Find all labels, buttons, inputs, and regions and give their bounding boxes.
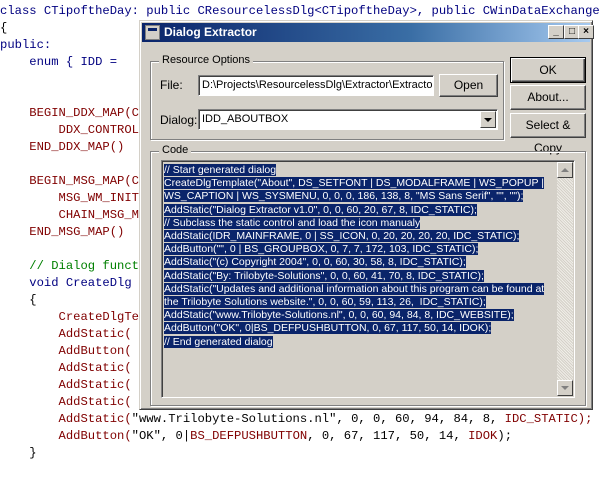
editor-line: enum { IDD = xyxy=(0,54,124,70)
editor-line: AddStatic( xyxy=(0,326,132,342)
editor-line: AddStatic( xyxy=(0,394,132,410)
editor-line: { xyxy=(0,292,37,308)
code-line: // Subclass the static control and load … xyxy=(164,216,557,230)
title-bar[interactable]: Dialog Extractor _ □ × xyxy=(142,23,594,42)
editor-line: AddStatic( xyxy=(0,360,132,376)
code-line-text: AddButton("OK", 0|BS_DEFPUSHBUTTON, 0, 6… xyxy=(164,322,492,335)
code-line: AddStatic("By: Trilobyte-Solutions", 0, … xyxy=(164,269,557,283)
generated-code-textarea[interactable]: // Start generated dialog CreateDlgTempla… xyxy=(161,160,575,398)
code-line: AddStatic("www.Trilobyte-Solutions.nl", … xyxy=(164,309,557,322)
editor-line: DDX_CONTROL( xyxy=(0,122,147,138)
editor-token: enum { IDD = xyxy=(0,55,125,69)
editor-token: { xyxy=(0,293,37,307)
code-line: the Trilobyte Solutions website.", 0, 0,… xyxy=(164,296,557,309)
editor-line: AddStatic("www.Trilobyte-Solutions.nl", … xyxy=(0,411,593,427)
code-line: // Start generated dialog xyxy=(164,164,557,177)
code-line-text: AddStatic("Updates and additional inform… xyxy=(164,282,545,295)
code-line: CreateDlgTemplate("About", DS_SETFONT | … xyxy=(164,177,557,190)
vertical-scrollbar[interactable] xyxy=(557,162,573,396)
editor-line: AddStatic( xyxy=(0,377,132,393)
chevron-down-icon[interactable] xyxy=(480,111,496,128)
editor-token: class CTipoftheDay: public CResourceless… xyxy=(0,4,600,18)
editor-token: void CreateDlg xyxy=(0,276,132,290)
editor-token: END_DDX_MAP() xyxy=(0,140,125,154)
code-line: AddStatic(IDR_MAINFRAME, 0 | SS_ICON, 0,… xyxy=(164,230,557,243)
about-button[interactable]: About... xyxy=(510,85,586,110)
editor-token: AddStatic( xyxy=(0,361,132,375)
generated-code-text[interactable]: // Start generated dialog CreateDlgTempla… xyxy=(164,164,557,349)
editor-token: AddStatic( xyxy=(0,327,132,341)
minimize-button[interactable]: _ xyxy=(548,25,564,39)
code-line: AddButton("", 0 | BS_GROUPBOX, 0, 7, 7, … xyxy=(164,243,557,256)
code-line-text: the Trilobyte Solutions website.", 0, 0,… xyxy=(164,296,486,309)
code-line-text: WS_CAPTION | WS_SYSMENU, 0, 0, 0, 186, 1… xyxy=(164,190,524,203)
code-legend: Code xyxy=(159,144,192,156)
editor-token: "www.Trilobyte-Solutions.nl", 0, 0, 60, … xyxy=(131,412,505,426)
editor-line: END_DDX_MAP() xyxy=(0,139,124,155)
editor-line: class CTipoftheDay: public CResourceless… xyxy=(0,3,600,19)
scroll-down-arrow-icon[interactable] xyxy=(557,380,573,396)
editor-token: "OK", 0| xyxy=(131,429,191,443)
editor-token: { xyxy=(0,21,8,35)
code-line-text: // Subclass the static control and load … xyxy=(164,216,421,229)
editor-line: AddButton( xyxy=(0,343,132,359)
code-line: AddStatic("Updates and additional inform… xyxy=(164,282,557,296)
editor-token: DDX_CONTROL( xyxy=(0,123,147,137)
scroll-up-arrow-icon[interactable] xyxy=(557,162,573,178)
editor-line: void CreateDlg xyxy=(0,275,132,291)
dialog-select[interactable]: IDD_ABOUTBOX xyxy=(198,109,498,130)
editor-line: AddButton("OK", 0|BS_DEFPUSHBUTTON, 0, 6… xyxy=(0,428,513,444)
editor-line: { xyxy=(0,20,7,36)
code-line: AddStatic("(c) Copyright 2004", 0, 0, 60… xyxy=(164,256,557,269)
file-label: File: xyxy=(160,78,183,92)
editor-token: } xyxy=(0,446,37,460)
editor-token: AddButton( xyxy=(0,344,132,358)
code-line-text: // Start generated dialog xyxy=(164,164,277,176)
open-button[interactable]: Open xyxy=(439,74,498,97)
code-line-text: // End generated dialog xyxy=(164,335,273,348)
editor-token: AddButton( xyxy=(0,429,132,443)
code-line-text: AddStatic("Dialog Extractor v1.0", 0, 0,… xyxy=(164,203,477,216)
code-line: // End generated dialog xyxy=(164,335,557,349)
code-line-text: AddStatic("(c) Copyright 2004", 0, 0, 60… xyxy=(164,256,466,269)
app-window-icon xyxy=(145,25,160,40)
resource-options-legend: Resource Options xyxy=(159,54,254,66)
code-line: AddButton("OK", 0|BS_DEFPUSHBUTTON, 0, 6… xyxy=(164,322,557,335)
dialog-select-value: IDD_ABOUTBOX xyxy=(202,113,289,125)
code-line-text: CreateDlgTemplate("About", DS_SETFONT | … xyxy=(164,177,544,190)
editor-token: AddStatic( xyxy=(0,412,132,426)
dialog-label: Dialog: xyxy=(160,113,198,127)
editor-line: CHAIN_MSG_MAP( xyxy=(0,207,161,223)
code-line: WS_CAPTION | WS_SYSMENU, 0, 0, 0, 186, 1… xyxy=(164,190,557,203)
code-line: AddStatic("Dialog Extractor v1.0", 0, 0,… xyxy=(164,203,557,217)
editor-token: public: xyxy=(0,38,52,52)
editor-token: BS_DEFPUSHBUTTON xyxy=(190,429,308,443)
editor-line: } xyxy=(0,445,37,461)
code-line-text: AddButton("", 0 | BS_GROUPBOX, 0, 7, 7, … xyxy=(164,243,479,256)
editor-token: AddStatic( xyxy=(0,378,132,392)
select-copy-button[interactable]: Select & Copy xyxy=(510,113,586,155)
editor-token: CHAIN_MSG_MAP( xyxy=(0,208,161,222)
window-title: Dialog Extractor xyxy=(164,25,257,39)
code-line-text: AddStatic(IDR_MAINFRAME, 0 | SS_ICON, 0,… xyxy=(164,230,520,243)
code-line-text: AddStatic("By: Trilobyte-Solutions", 0, … xyxy=(164,269,484,282)
code-line-text: AddStatic("www.Trilobyte-Solutions.nl", … xyxy=(164,309,514,322)
close-button[interactable]: × xyxy=(578,25,594,39)
editor-token: END_MSG_MAP() xyxy=(0,225,125,239)
editor-token: , 0, 67, 117, 50, 14, xyxy=(307,429,469,443)
editor-line: public: xyxy=(0,37,51,53)
ok-button[interactable]: OK xyxy=(510,57,586,83)
editor-line: END_MSG_MAP() xyxy=(0,224,124,240)
file-path-field[interactable]: D:\Projects\ResourcelessDlg\Extractor\Ex… xyxy=(198,75,434,96)
editor-token: IDC_STATIC); xyxy=(504,412,593,426)
editor-token: AddStatic( xyxy=(0,395,132,409)
editor-token: IDOK xyxy=(468,429,498,443)
editor-token: ); xyxy=(497,429,513,443)
